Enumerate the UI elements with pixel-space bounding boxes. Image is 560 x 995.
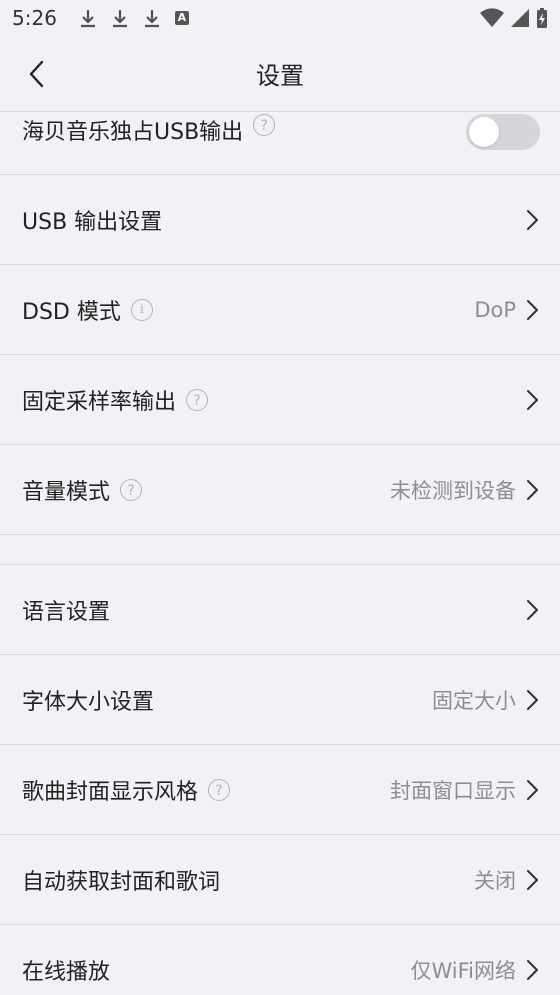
battery-charging-icon xyxy=(537,8,547,28)
download-icon xyxy=(80,10,95,28)
setting-value: DoP xyxy=(474,297,516,322)
settings-list: 海贝音乐独占USB输出 ? USB 输出设置 DSD 模式 i DoP 固定采样… xyxy=(0,112,560,995)
chevron-right-icon xyxy=(527,389,538,410)
exclusive-usb-toggle[interactable] xyxy=(466,114,540,150)
setting-value: 仅WiFi网络 xyxy=(410,958,516,983)
chevron-right-icon xyxy=(527,599,538,620)
setting-row-cover-style[interactable]: 歌曲封面显示风格 ? 封面窗口显示 xyxy=(0,745,560,835)
setting-label: 海贝音乐独占USB输出 xyxy=(22,120,244,145)
back-button[interactable] xyxy=(20,58,52,90)
setting-value: 关闭 xyxy=(474,868,516,893)
help-icon[interactable]: ? xyxy=(186,388,209,411)
setting-label: USB 输出设置 xyxy=(22,209,163,235)
setting-row-fixed-sample-rate[interactable]: 固定采样率输出 ? xyxy=(0,355,560,445)
download-icon xyxy=(112,10,127,28)
chevron-right-icon xyxy=(527,209,538,230)
toggle-knob xyxy=(469,117,499,147)
chevron-right-icon xyxy=(527,779,538,800)
status-bar: 5:26 A xyxy=(0,0,560,36)
chevron-right-icon xyxy=(527,959,538,980)
setting-row-volume-mode[interactable]: 音量模式 ? 未检测到设备 xyxy=(0,445,560,535)
setting-value: 固定大小 xyxy=(432,688,516,713)
header: 设置 xyxy=(0,36,560,112)
setting-label: 固定采样率输出 xyxy=(22,389,177,415)
chevron-right-icon xyxy=(527,299,538,320)
setting-label: 音量模式 xyxy=(22,479,111,505)
help-icon[interactable]: ? xyxy=(253,114,276,136)
chevron-right-icon xyxy=(527,869,538,890)
status-icons-left: A xyxy=(79,8,189,28)
setting-row-language[interactable]: 语言设置 xyxy=(0,565,560,655)
setting-label: 歌曲封面显示风格 xyxy=(22,779,199,805)
chevron-left-icon xyxy=(29,60,44,88)
setting-row-font-size[interactable]: 字体大小设置 固定大小 xyxy=(0,655,560,745)
setting-label: 语言设置 xyxy=(22,599,111,625)
download-icon xyxy=(144,10,159,28)
help-icon[interactable]: ? xyxy=(120,478,143,501)
setting-row-auto-fetch[interactable]: 自动获取封面和歌词 关闭 xyxy=(0,835,560,925)
setting-row-usb-output[interactable]: USB 输出设置 xyxy=(0,175,560,265)
help-icon[interactable]: ? xyxy=(208,778,231,801)
page-title: 设置 xyxy=(256,62,304,90)
chevron-right-icon xyxy=(527,689,538,710)
setting-row-online-play[interactable]: 在线播放 仅WiFi网络 xyxy=(0,925,560,995)
setting-label: 自动获取封面和歌词 xyxy=(22,869,221,895)
status-time: 5:26 xyxy=(12,6,57,30)
signal-icon xyxy=(511,9,529,27)
section-gap xyxy=(0,535,560,565)
font-a-icon: A xyxy=(174,11,189,25)
chevron-right-icon xyxy=(527,479,538,500)
setting-value: 未检测到设备 xyxy=(390,478,516,503)
wifi-icon xyxy=(480,8,504,27)
status-icons-right xyxy=(480,7,548,29)
setting-row-exclusive-usb[interactable]: 海贝音乐独占USB输出 ? xyxy=(0,112,560,175)
setting-label: 在线播放 xyxy=(22,959,111,985)
settings-screen: 5:26 A 设置 海贝音乐独占USB输出 ? USB 输出设置 DSD 模式 … xyxy=(0,0,560,995)
setting-label: 字体大小设置 xyxy=(22,689,155,715)
setting-value: 封面窗口显示 xyxy=(390,778,516,803)
setting-row-dsd-mode[interactable]: DSD 模式 i DoP xyxy=(0,265,560,355)
setting-label: DSD 模式 xyxy=(22,299,121,325)
info-icon[interactable]: i xyxy=(130,298,153,321)
